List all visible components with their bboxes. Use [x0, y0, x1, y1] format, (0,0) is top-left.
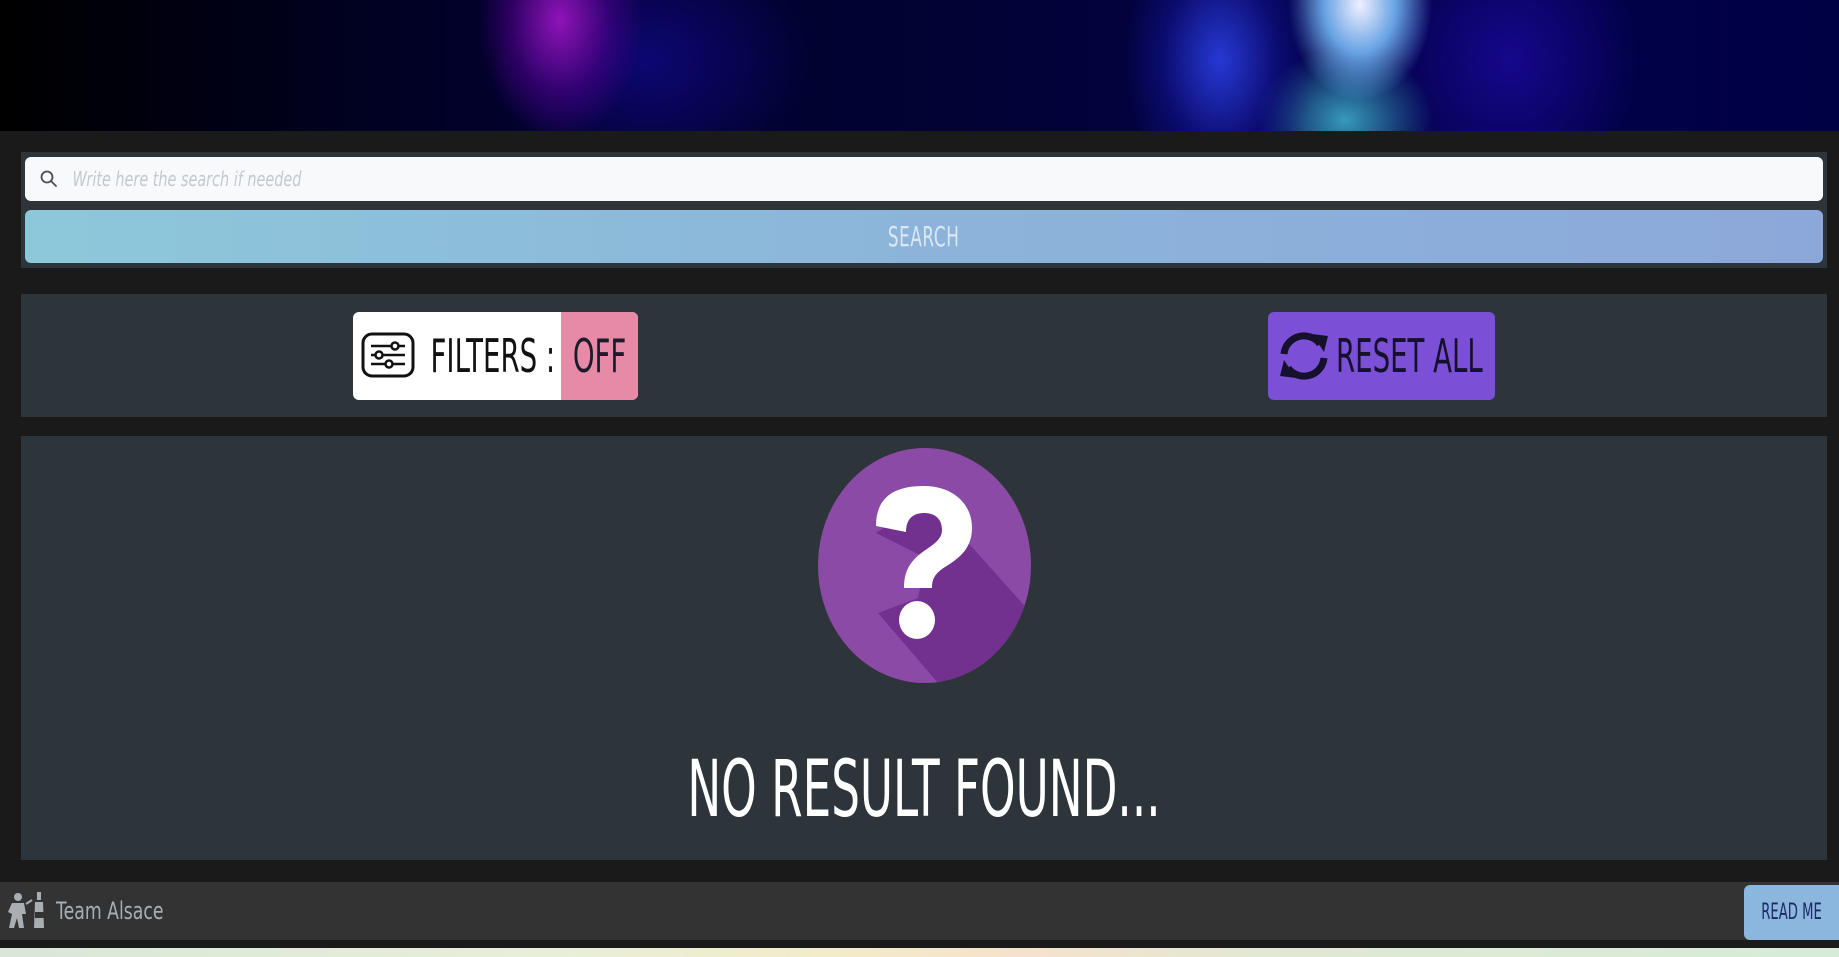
header-banner: [0, 0, 1839, 131]
search-input[interactable]: [71, 166, 1298, 192]
filters-label: FILTERS :: [430, 329, 556, 383]
search-button[interactable]: SEARCH: [25, 210, 1823, 263]
footer: Team Alsace: [0, 882, 1839, 940]
reset-all-button[interactable]: RESET ALL: [1268, 312, 1495, 400]
read-me-button[interactable]: READ ME: [1744, 885, 1839, 940]
filters-toggle-button[interactable]: FILTERS : OFF: [353, 312, 638, 400]
controls-panel: [21, 294, 1827, 417]
search-box[interactable]: [25, 157, 1823, 201]
filters-state-badge: OFF: [561, 312, 638, 400]
search-button-label: SEARCH: [888, 220, 960, 253]
footer-team-name: Team Alsace: [56, 897, 164, 925]
bottom-strip: [0, 948, 1839, 957]
question-mark-icon: [818, 448, 1031, 683]
read-me-label: READ ME: [1761, 900, 1822, 925]
sliders-icon: [361, 332, 415, 378]
reset-all-label: RESET ALL: [1335, 329, 1483, 383]
team-logo-icon: [8, 892, 44, 928]
no-result-message: NO RESULT FOUND...: [687, 745, 1161, 835]
search-icon: [40, 170, 57, 187]
